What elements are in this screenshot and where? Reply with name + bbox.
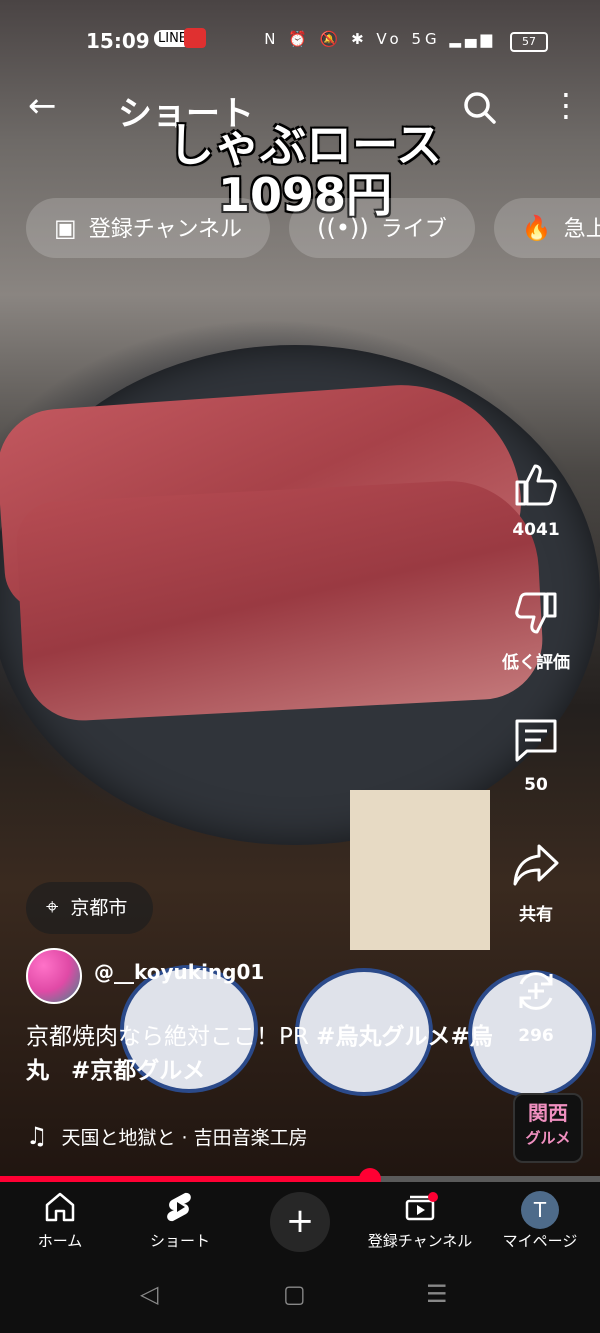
shorts-icon	[120, 1190, 240, 1226]
overlay-line-1: しゃぶロース	[168, 118, 442, 172]
status-time: 15:09	[86, 29, 150, 53]
hashtag[interactable]: #京都グルメ	[71, 1058, 205, 1084]
channel-handle[interactable]: @__koyuking01	[94, 960, 264, 984]
status-icons: N ⏰ 🔕 ✱ Vo 5G ▂▄▆	[264, 30, 496, 48]
chip-subscriptions[interactable]: ▣ 登録チャンネル	[26, 198, 271, 258]
remix-icon	[490, 966, 582, 1020]
music-link[interactable]: ♫ 天国と地獄と · 吉田音楽工房	[26, 1122, 308, 1150]
paper-box	[350, 790, 490, 950]
battery-icon: 57	[510, 32, 548, 52]
location-tag[interactable]: ⌖ 京都市	[26, 882, 154, 934]
thumbs-up-icon	[490, 460, 582, 514]
system-navigation-bar: ◁ ▢ ☰	[0, 1262, 600, 1333]
search-button[interactable]	[460, 88, 500, 128]
sound-thumbnail[interactable]: 関西 グルメ	[513, 1093, 583, 1163]
trending-icon: 🔥	[521, 214, 552, 242]
share-label: 共有	[519, 905, 553, 925]
app-notification-icon	[184, 28, 206, 48]
nav-shorts[interactable]: ショート	[120, 1190, 240, 1251]
comments-button[interactable]: 50	[490, 715, 582, 795]
like-count: 4041	[512, 520, 560, 540]
back-button[interactable]: ←	[28, 86, 68, 126]
feed-filter-chips: ▣ 登録チャンネル ((•)) ライブ 🔥 急上	[26, 198, 600, 260]
status-bar: 15:09 LINE N ⏰ 🔕 ✱ Vo 5G ▂▄▆ 57	[0, 0, 600, 80]
comment-icon	[490, 715, 582, 769]
remix-count: 296	[518, 1026, 554, 1046]
account-avatar: T	[521, 1191, 559, 1229]
chip-live[interactable]: ((•)) ライブ	[289, 198, 475, 258]
home-icon	[0, 1190, 120, 1226]
subscriptions-icon	[360, 1190, 480, 1226]
nav-label: ショート	[149, 1232, 210, 1250]
share-icon	[490, 840, 582, 894]
badge-line-1: 関西	[528, 1101, 568, 1125]
description-text: 京都焼肉なら絶対ここ！PR	[26, 1024, 317, 1050]
music-note-icon: ♫	[26, 1122, 48, 1150]
dislike-label: 低く評価	[502, 653, 570, 673]
nav-home[interactable]: ホーム	[0, 1190, 120, 1251]
chip-label: ライブ	[380, 217, 447, 242]
thumbs-down-icon	[490, 588, 582, 642]
live-icon: ((•))	[317, 214, 369, 242]
share-button[interactable]: 共有	[490, 840, 582, 925]
location-pin-icon: ⌖	[46, 895, 59, 920]
chip-label: 登録チャンネル	[88, 217, 243, 242]
subscriptions-icon: ▣	[54, 214, 77, 242]
notification-dot	[428, 1192, 438, 1202]
chip-trending[interactable]: 🔥 急上	[493, 198, 600, 258]
comment-count: 50	[524, 775, 548, 795]
nav-label: ホーム	[37, 1232, 83, 1250]
hashtag[interactable]: #烏丸グルメ	[316, 1024, 450, 1050]
system-recents-icon[interactable]: ☰	[426, 1280, 448, 1308]
dislike-button[interactable]: 低く評価	[490, 588, 582, 673]
plus-icon: +	[285, 1201, 315, 1241]
meat-slice	[14, 476, 546, 724]
channel-avatar[interactable]	[26, 948, 82, 1004]
nav-my-page[interactable]: T マイページ	[480, 1190, 600, 1251]
search-icon	[464, 92, 496, 124]
video-description[interactable]: 京都焼肉なら絶対ここ！PR #烏丸グルメ#烏丸 #京都グルメ	[26, 1020, 496, 1088]
nav-label: 登録チャンネル	[367, 1232, 473, 1250]
chip-label: 急上	[563, 217, 600, 242]
like-button[interactable]: 4041	[490, 460, 582, 540]
music-label: 天国と地獄と · 吉田音楽工房	[61, 1127, 308, 1149]
location-label: 京都市	[70, 897, 128, 919]
badge-line-2: グルメ	[525, 1129, 571, 1147]
nav-subscriptions[interactable]: 登録チャンネル	[360, 1190, 480, 1251]
remix-button[interactable]: 296	[490, 966, 582, 1046]
bottom-navigation: ホーム ショート + 登録チャンネル T マイページ	[0, 1182, 600, 1262]
nav-label: マイページ	[502, 1232, 578, 1250]
more-options-button[interactable]: ⋮	[550, 88, 582, 128]
system-home-icon[interactable]: ▢	[283, 1280, 306, 1308]
create-button[interactable]: +	[270, 1192, 330, 1252]
system-back-icon[interactable]: ◁	[140, 1280, 158, 1308]
